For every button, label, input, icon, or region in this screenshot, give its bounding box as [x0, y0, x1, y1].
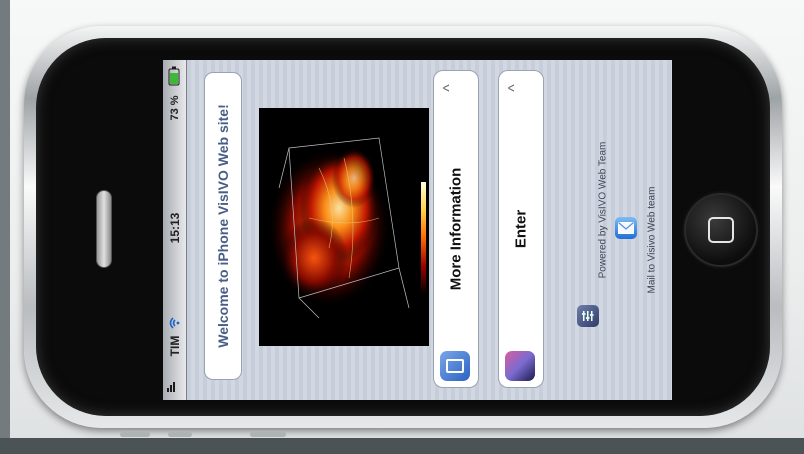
volume-button [168, 432, 192, 437]
phone-screen: TIM 15:13 73 % Welcome to iPhone VisIVO … [163, 60, 672, 400]
home-button[interactable] [684, 193, 758, 267]
battery-icon [168, 66, 180, 86]
enter-button[interactable]: ^ Enter [498, 70, 544, 388]
sliders-icon [582, 311, 594, 321]
welcome-title: Welcome to iPhone VisIVO Web site! [215, 104, 231, 348]
powered-by-text: Powered by VisIVO Web Team [597, 141, 609, 279]
mail-link[interactable]: Mail to Visivo Web team [647, 187, 658, 294]
more-information-button[interactable]: ^ More Information [433, 70, 479, 388]
left-border [0, 0, 10, 454]
battery-percent: 73 % [168, 95, 181, 121]
astro-visualization [267, 137, 410, 319]
carrier-label: TIM [167, 335, 182, 357]
earpiece-speaker [96, 190, 112, 268]
volume-button [120, 432, 150, 437]
chevron-up-icon: ^ [440, 84, 458, 92]
home-square-icon [708, 217, 734, 243]
sleep-button [250, 432, 286, 437]
mail-icon[interactable] [615, 217, 637, 239]
wifi-icon [169, 317, 180, 329]
clock: 15:13 [167, 212, 182, 244]
bottom-border [0, 438, 804, 454]
visivo-logo-icon[interactable] [577, 305, 599, 327]
enter-icon [505, 351, 535, 381]
color-scale-bar [421, 182, 426, 294]
more-information-label: More Information [447, 167, 465, 291]
chevron-up-icon: ^ [505, 84, 523, 92]
visivo-render-image [259, 108, 429, 346]
enter-label: Enter [512, 209, 530, 249]
info-icon [440, 351, 470, 381]
welcome-banner: Welcome to iPhone VisIVO Web site! [204, 72, 242, 380]
envelope-icon [618, 222, 634, 234]
signal-icon [167, 382, 175, 392]
status-bar: TIM 15:13 73 % [163, 60, 187, 400]
